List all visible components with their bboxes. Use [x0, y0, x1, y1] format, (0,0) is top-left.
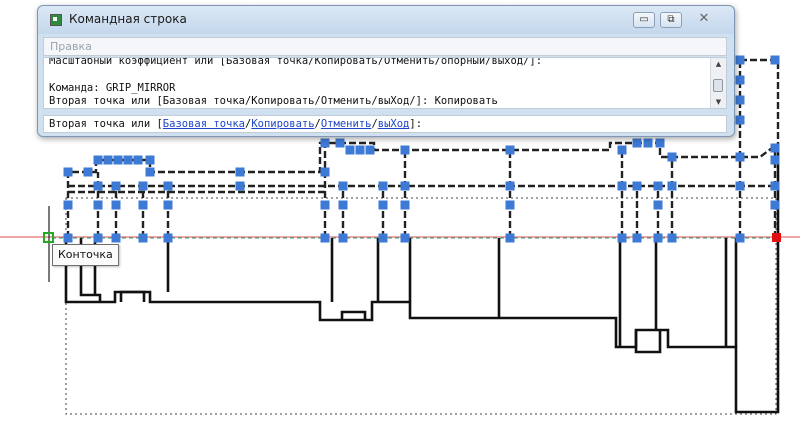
grip-point[interactable]	[111, 200, 121, 210]
history-line: Масштабный коэффициент или [Базовая точк…	[49, 57, 543, 67]
grip-point[interactable]	[617, 233, 627, 243]
grip-point[interactable]	[113, 155, 123, 165]
grip-point[interactable]	[83, 167, 93, 177]
grip-point[interactable]	[735, 95, 745, 105]
snap-tooltip: Конточка	[52, 244, 119, 266]
close-button[interactable]: ✕	[693, 12, 715, 28]
grip-point[interactable]	[632, 233, 642, 243]
grip-point[interactable]	[667, 181, 677, 191]
grip-point[interactable]	[138, 233, 148, 243]
grip-point[interactable]	[338, 233, 348, 243]
command-input[interactable]: Вторая точка или [Базовая точка/Копирова…	[43, 115, 727, 133]
grip-point[interactable]	[163, 233, 173, 243]
grip-point[interactable]	[235, 167, 245, 177]
grip-point[interactable]	[617, 181, 627, 191]
grip-point[interactable]	[655, 138, 665, 148]
grip-point[interactable]	[338, 200, 348, 210]
grip-point[interactable]	[320, 200, 330, 210]
grip-point[interactable]	[111, 181, 121, 191]
history-scrollbar[interactable]: ▲ ▼	[710, 58, 726, 108]
grip-point[interactable]	[632, 181, 642, 191]
grip-point[interactable]	[138, 200, 148, 210]
option-base-point[interactable]: Базовая точка	[163, 118, 245, 130]
grip-point[interactable]	[770, 181, 780, 191]
grip-point[interactable]	[123, 155, 133, 165]
grip-point[interactable]	[667, 233, 677, 243]
grip-point[interactable]	[345, 145, 355, 155]
grip-point[interactable]	[93, 181, 103, 191]
grip-point[interactable]	[505, 233, 515, 243]
grip-point[interactable]	[400, 145, 410, 155]
option-undo[interactable]: Отменить	[321, 118, 372, 130]
grip-point[interactable]	[770, 55, 780, 65]
grip-point[interactable]	[163, 181, 173, 191]
grip-point[interactable]	[632, 138, 642, 148]
hot-grip	[772, 233, 781, 242]
grip-point[interactable]	[235, 181, 245, 191]
grip-point[interactable]	[111, 233, 121, 243]
grip-point[interactable]	[338, 181, 348, 191]
grip-point[interactable]	[770, 200, 780, 210]
grip-point[interactable]	[365, 145, 375, 155]
grip-point[interactable]	[378, 233, 388, 243]
minimize-button[interactable]: ▭	[633, 12, 655, 28]
grip-point[interactable]	[378, 181, 388, 191]
grip-point[interactable]	[505, 145, 515, 155]
grip-point[interactable]	[63, 200, 73, 210]
grip-point[interactable]	[653, 233, 663, 243]
restore-button[interactable]: ⧉	[660, 12, 682, 28]
grip-point[interactable]	[103, 155, 113, 165]
scroll-thumb[interactable]	[713, 79, 723, 92]
grip-point[interactable]	[320, 167, 330, 177]
grip-point[interactable]	[735, 181, 745, 191]
grip-point[interactable]	[400, 233, 410, 243]
command-history[interactable]: Масштабный коэффициент или [Базовая точк…	[43, 57, 727, 109]
command-line-icon	[50, 14, 62, 26]
scroll-up-icon[interactable]: ▲	[711, 60, 726, 68]
grip-point[interactable]	[400, 181, 410, 191]
grip-point[interactable]	[335, 138, 345, 148]
grip-point[interactable]	[355, 145, 365, 155]
option-copy[interactable]: Копировать	[251, 118, 314, 130]
grip-point[interactable]	[138, 181, 148, 191]
grip-point[interactable]	[400, 200, 410, 210]
grip-point[interactable]	[505, 200, 515, 210]
grip-point[interactable]	[63, 167, 73, 177]
grip-point[interactable]	[735, 115, 745, 125]
option-exit[interactable]: выХод	[378, 118, 410, 130]
prompt-prefix: Вторая точка или [	[49, 118, 163, 130]
grip-point[interactable]	[163, 200, 173, 210]
scroll-down-icon[interactable]: ▼	[711, 98, 726, 106]
grip-point[interactable]	[735, 55, 745, 65]
grip-point[interactable]	[735, 75, 745, 85]
grip-point[interactable]	[378, 200, 388, 210]
grip-point[interactable]	[93, 200, 103, 210]
grip-point[interactable]	[653, 181, 663, 191]
grip-point[interactable]	[735, 233, 745, 243]
grip-point[interactable]	[133, 155, 143, 165]
history-line: Вторая точка или [Базовая точка/Копирова…	[49, 95, 498, 107]
grip-point[interactable]	[770, 143, 780, 153]
grip-point[interactable]	[735, 152, 745, 162]
grip-point[interactable]	[320, 233, 330, 243]
grip-point[interactable]	[145, 155, 155, 165]
menu-item-edit[interactable]: Правка	[50, 40, 92, 53]
grip-point[interactable]	[320, 138, 330, 148]
grip-point[interactable]	[145, 167, 155, 177]
grip-point[interactable]	[617, 145, 627, 155]
grip-point[interactable]	[770, 155, 780, 165]
menu-bar: Правка	[43, 37, 727, 56]
title-bar[interactable]: Командная строка ▭ ⧉ ✕	[38, 6, 734, 34]
grip-point[interactable]	[93, 155, 103, 165]
grip-point[interactable]	[63, 233, 73, 243]
history-line: Команда: GRIP_MIRROR	[49, 82, 176, 94]
grip-point[interactable]	[93, 233, 103, 243]
grip-point[interactable]	[643, 138, 653, 148]
prompt-suffix: ]:	[409, 118, 423, 130]
grip-point[interactable]	[653, 200, 663, 210]
command-line-window[interactable]: Командная строка ▭ ⧉ ✕ Правка Масштабный…	[37, 5, 735, 137]
grip-point[interactable]	[505, 181, 515, 191]
window-title: Командная строка	[69, 12, 187, 26]
grip-point[interactable]	[667, 152, 677, 162]
